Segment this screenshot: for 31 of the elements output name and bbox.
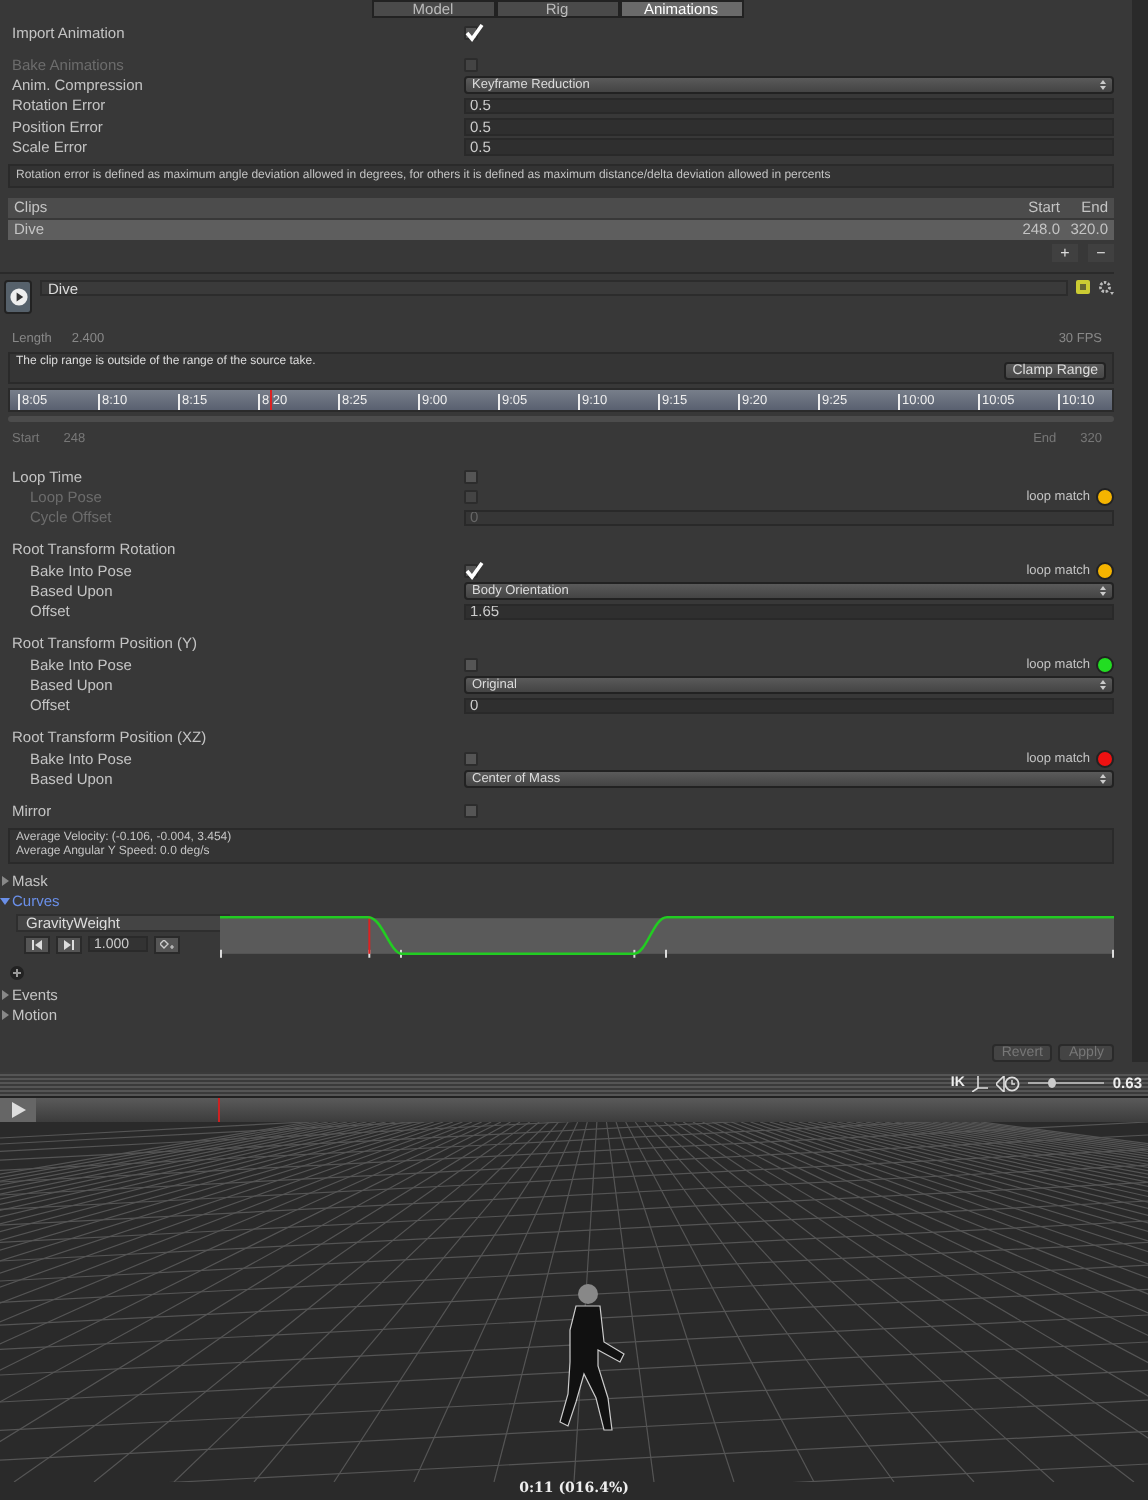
add-key-icon (160, 939, 174, 950)
play-icon (9, 287, 27, 306)
previous-key-icon (32, 939, 42, 950)
checkmark-icon (464, 561, 484, 580)
checkmark-icon (464, 23, 484, 42)
next-key-button[interactable] (56, 935, 82, 954)
play-icon (10, 1101, 26, 1118)
caret-icon (1100, 79, 1106, 90)
slider-thumb[interactable] (1047, 1078, 1056, 1089)
play-button[interactable] (0, 1097, 36, 1122)
checkbox[interactable] (464, 469, 478, 484)
remove-button[interactable]: − (1088, 243, 1114, 262)
asset-icon[interactable] (1076, 279, 1090, 294)
caret-icon (1100, 585, 1106, 596)
previous-key-button[interactable] (24, 935, 50, 954)
checkbox[interactable] (464, 563, 478, 578)
add-button[interactable]: + (1052, 243, 1078, 262)
add-key-button[interactable] (154, 935, 180, 954)
axis-icon[interactable] (972, 1075, 989, 1092)
caret-icon (1100, 774, 1106, 785)
playhead-marker[interactable] (218, 1097, 220, 1122)
settings-icon[interactable] (1098, 279, 1114, 296)
next-key-icon (64, 939, 74, 950)
play-button[interactable] (4, 279, 32, 314)
checkbox[interactable] (464, 25, 478, 40)
checkbox[interactable] (464, 751, 478, 766)
checkbox[interactable] (464, 804, 478, 818)
checkbox[interactable] (464, 657, 478, 672)
speed-icon (996, 1075, 1021, 1092)
add-curve-icon[interactable] (10, 966, 24, 981)
caret-icon (1100, 680, 1106, 691)
